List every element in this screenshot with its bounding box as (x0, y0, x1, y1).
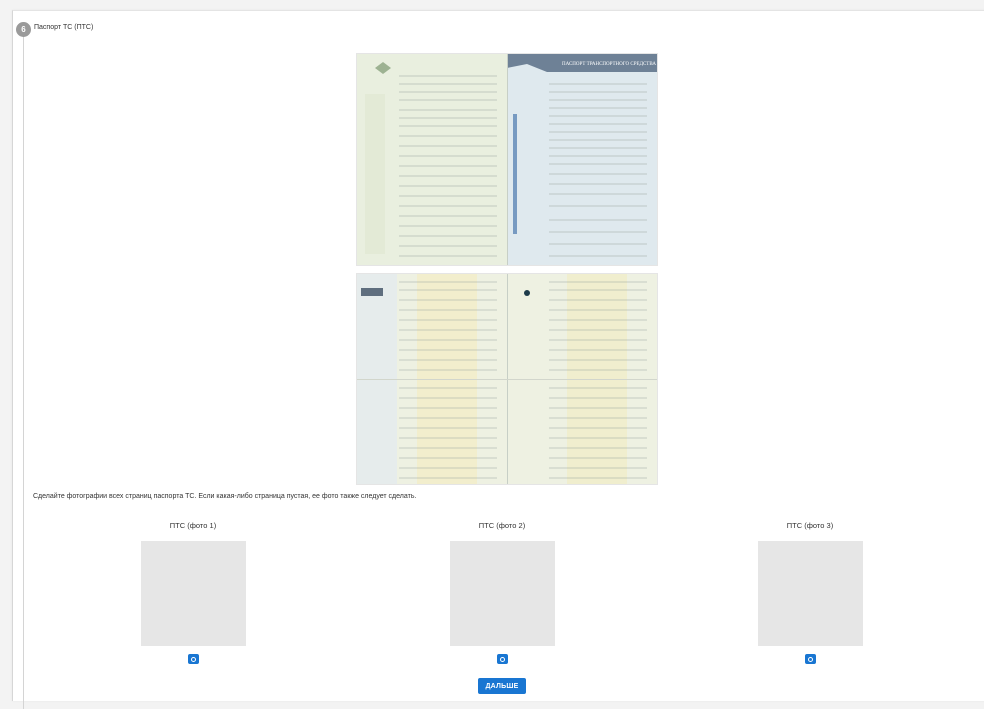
photo-placeholder[interactable] (140, 541, 246, 646)
sample-heading: ПАСПОРТ ТРАНСПОРТНОГО СРЕДСТВА (562, 62, 656, 67)
photo-label: ПТС (фото 3) (786, 521, 834, 530)
next-button[interactable]: ДАЛЬШЕ (478, 678, 526, 694)
sample-document-spread-1: ПАСПОРТ ТРАНСПОРТНОГО СРЕДСТВА (356, 53, 658, 266)
photo-label: ПТС (фото 2) (478, 521, 526, 530)
photo-placeholder[interactable] (449, 541, 555, 646)
sample-document-image-1: ПАСПОРТ ТРАНСПОРТНОГО СРЕДСТВА (357, 54, 657, 265)
step-number-badge: 6 (16, 22, 31, 37)
step-card: 6 Паспорт ТС (ПТС) ПАСПОРТ ТРАНСПОРТНОГО… (12, 10, 984, 709)
photo-slot-3: ПТС (фото 3) (750, 521, 870, 664)
sample-document-image-2 (357, 274, 657, 484)
photo-placeholder[interactable] (757, 541, 863, 646)
photo-label: ПТС (фото 1) (169, 521, 217, 530)
camera-icon[interactable] (496, 654, 508, 664)
photo-slot-1: ПТС (фото 1) (133, 521, 253, 664)
sample-document-spread-2 (356, 273, 658, 485)
instruction-text: Сделайте фотографии всех страниц паспорт… (33, 493, 417, 500)
photo-slot-2: ПТС (фото 2) (442, 521, 562, 664)
camera-icon[interactable] (187, 654, 199, 664)
timeline-line (23, 29, 24, 709)
section-title: Паспорт ТС (ПТС) (34, 24, 94, 31)
camera-icon[interactable] (804, 654, 816, 664)
